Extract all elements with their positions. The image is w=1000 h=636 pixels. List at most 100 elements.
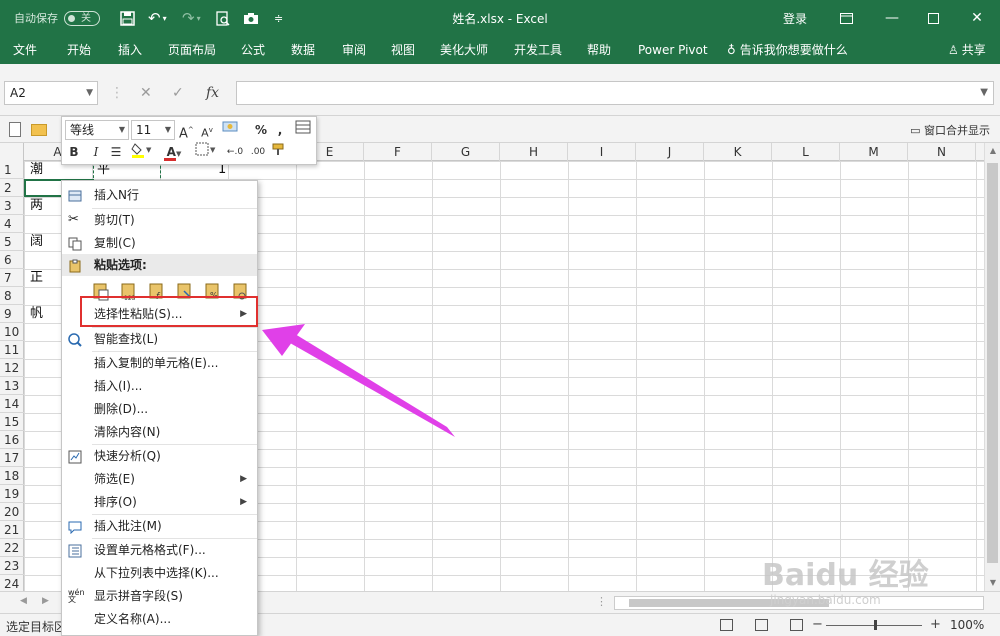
row-header[interactable]: 6 [0, 251, 24, 269]
row-header[interactable]: 9 [0, 305, 24, 323]
tab-file[interactable]: 文件 [13, 36, 37, 64]
italic-button[interactable]: I [89, 142, 103, 162]
scroll-up-icon[interactable]: ▲ [985, 143, 1000, 159]
row-header[interactable]: 11 [0, 341, 24, 359]
row-header[interactable]: 21 [0, 521, 24, 539]
font-color-icon[interactable]: A▼ [162, 142, 186, 162]
cell-a1[interactable]: 潮 [30, 161, 43, 179]
row-header[interactable]: 16 [0, 431, 24, 449]
cell-a5[interactable]: 阔 [30, 233, 43, 251]
menu-item-show-phonetic[interactable]: wén 文 显示拼音字段(S) [62, 585, 257, 607]
row-header[interactable]: 3 [0, 197, 24, 215]
menu-item-define-name[interactable]: 定义名称(A)... [62, 608, 257, 630]
row-header[interactable]: 4 [0, 215, 24, 233]
cancel-entry-icon[interactable]: ✕ [140, 81, 152, 105]
row-header[interactable]: 1 [0, 161, 24, 179]
format-painter-icon[interactable] [270, 142, 288, 162]
fill-color-icon[interactable]: ▼ [130, 142, 154, 162]
save-icon[interactable] [120, 0, 135, 36]
col-header-f[interactable]: F [364, 143, 432, 161]
tell-me-search[interactable]: ♁ 告诉我你想要做什么 [727, 36, 848, 64]
row-header[interactable]: 17 [0, 449, 24, 467]
cell-a9[interactable]: 帆 [30, 305, 43, 323]
name-box[interactable]: A2 ▼ [4, 81, 98, 105]
scroll-down-icon[interactable]: ▼ [985, 575, 1000, 591]
menu-item-insert-copied-cells[interactable]: 插入复制的单元格(E)... [62, 352, 257, 374]
normal-view-icon[interactable] [720, 619, 733, 631]
autosave-toggle[interactable]: 关 [64, 10, 100, 26]
row-header[interactable]: 18 [0, 467, 24, 485]
col-header-m[interactable]: M [840, 143, 908, 161]
zoom-in-icon[interactable]: + [930, 617, 941, 632]
insert-function-icon[interactable]: fx [206, 81, 219, 105]
borders-icon[interactable]: ▼ [194, 142, 218, 162]
percent-style-button[interactable]: % [254, 120, 268, 140]
split-handle-icon[interactable]: ⋮ [596, 595, 607, 608]
cell-a3[interactable]: 两 [30, 197, 43, 215]
row-header[interactable]: 22 [0, 539, 24, 557]
ribbon-display-icon[interactable] [823, 0, 869, 36]
formula-input[interactable]: ▼ [236, 81, 994, 105]
menu-item-insert-n-rows[interactable]: 插入N行 [62, 184, 257, 206]
login-button[interactable]: 登录 [783, 0, 807, 36]
menu-item-insert-comment[interactable]: 插入批注(M) [62, 515, 257, 537]
maximize-icon[interactable] [910, 0, 956, 36]
row-header[interactable]: 19 [0, 485, 24, 503]
tab-developer[interactable]: 开发工具 [514, 36, 562, 64]
tab-page-layout[interactable]: 页面布局 [168, 36, 216, 64]
menu-item-sort[interactable]: 排序(O) ▶ [62, 491, 257, 513]
col-header-n[interactable]: N [908, 143, 976, 161]
cell-a7[interactable]: 正 [30, 269, 43, 287]
row-header[interactable]: 15 [0, 413, 24, 431]
menu-item-delete[interactable]: 删除(D)... [62, 398, 257, 420]
row-header[interactable]: 7 [0, 269, 24, 287]
col-header-k[interactable]: K [704, 143, 772, 161]
row-header[interactable]: 20 [0, 503, 24, 521]
row-header[interactable]: 24 [0, 575, 24, 591]
tab-beautify-master[interactable]: 美化大师 [440, 36, 488, 64]
comma-style-button[interactable]: , [274, 120, 286, 140]
tab-home[interactable]: 开始 [67, 36, 91, 64]
col-header-h[interactable]: H [500, 143, 568, 161]
font-size-select[interactable]: 11 ▼ [131, 120, 175, 140]
tab-help[interactable]: 帮助 [587, 36, 611, 64]
accounting-format-icon[interactable] [220, 120, 242, 140]
minimize-icon[interactable]: — [869, 0, 915, 36]
print-preview-icon[interactable] [216, 0, 230, 36]
confirm-entry-icon[interactable]: ✓ [172, 81, 184, 105]
expand-formula-icon[interactable]: ▼ [980, 87, 988, 98]
bold-button[interactable]: B [67, 142, 81, 162]
menu-item-copy[interactable]: 复制(C) [62, 232, 257, 254]
redo-icon[interactable]: ↷ ▾ [182, 0, 201, 36]
col-header-i[interactable]: I [568, 143, 636, 161]
tab-power-pivot[interactable]: Power Pivot [638, 36, 708, 64]
zoom-slider-knob[interactable] [874, 620, 877, 630]
col-header-g[interactable]: G [432, 143, 500, 161]
tab-review[interactable]: 审阅 [342, 36, 366, 64]
tab-view[interactable]: 视图 [391, 36, 415, 64]
increase-decimal-button[interactable]: ←.0 [224, 142, 246, 162]
zoom-out-icon[interactable]: − [812, 617, 823, 632]
sheet-scroll-left-icon[interactable]: ◀ [20, 596, 27, 606]
shrink-font-button[interactable]: Av [200, 120, 214, 140]
page-break-view-icon[interactable] [790, 619, 803, 631]
row-header[interactable]: 8 [0, 287, 24, 305]
grow-font-button[interactable]: A^ [179, 120, 194, 141]
undo-icon[interactable]: ↶ ▾ [148, 0, 167, 36]
autosave-control[interactable]: 自动保存 关 [14, 0, 100, 36]
select-all-corner[interactable] [0, 143, 24, 161]
customize-qat-icon[interactable]: ≑ [274, 0, 283, 36]
col-header-j[interactable]: J [636, 143, 704, 161]
menu-item-cut[interactable]: ✂ 剪切(T) [62, 209, 257, 231]
merge-windows-button[interactable]: ▭ 窗口合并显示 [910, 122, 990, 138]
row-header[interactable]: 23 [0, 557, 24, 575]
menu-item-smart-lookup[interactable]: 智能查找(L) [62, 328, 257, 350]
row-header[interactable]: 14 [0, 395, 24, 413]
align-center-icon[interactable]: ☰ [108, 142, 124, 162]
vertical-scrollbar[interactable]: ▲ ▼ [984, 143, 1000, 591]
chevron-down-icon[interactable]: ▼ [86, 82, 93, 104]
row-header[interactable]: 13 [0, 377, 24, 395]
menu-item-clear-contents[interactable]: 清除内容(N) [62, 421, 257, 443]
page-layout-view-icon[interactable] [755, 619, 768, 631]
menu-item-quick-analysis[interactable]: 快速分析(Q) [62, 445, 257, 467]
